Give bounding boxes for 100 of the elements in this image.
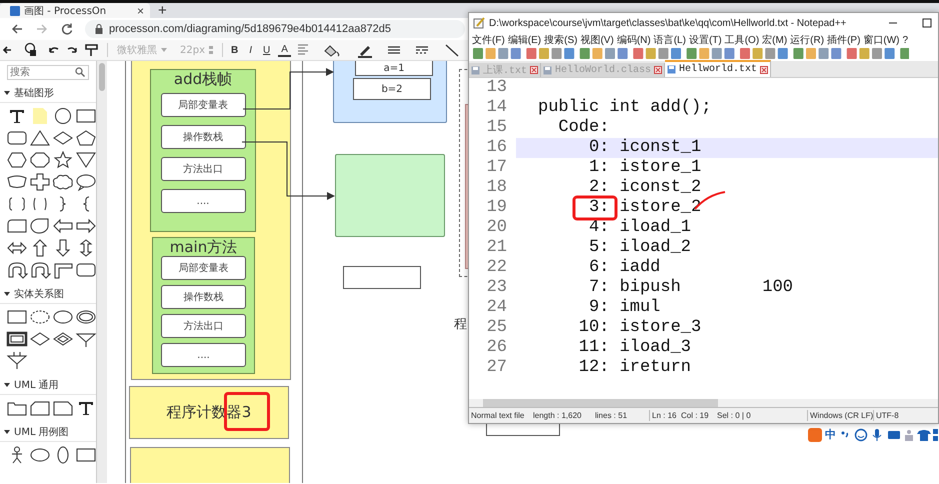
caret-icon <box>4 430 10 434</box>
ellipse-icon[interactable] <box>29 446 51 464</box>
search-icon[interactable] <box>75 67 85 77</box>
ime-logo-icon[interactable] <box>808 428 822 442</box>
circle-shape-icon[interactable] <box>52 107 74 125</box>
line-number: 14 <box>486 98 508 118</box>
browser-tab[interactable]: 画图 - ProcessOn × <box>0 3 150 18</box>
bytecode-offset: 1: <box>588 158 610 178</box>
corner-shape-icon[interactable] <box>52 261 74 279</box>
speech-bubble-icon[interactable] <box>75 173 97 191</box>
reload-icon[interactable] <box>60 22 74 36</box>
line-number: 20 <box>486 218 508 238</box>
triangle-icon[interactable] <box>29 129 51 147</box>
menu-item[interactable]: 工具(O) <box>724 33 760 47</box>
diamond-icon[interactable] <box>29 330 51 348</box>
menu-item[interactable]: 运行(R) <box>789 33 826 47</box>
variable-box: a=1 <box>355 61 433 76</box>
left-arrow-icon[interactable] <box>52 217 74 235</box>
label-text: 程 <box>454 317 467 332</box>
rounded-rectangle-icon[interactable] <box>6 129 28 147</box>
hexagon-icon[interactable] <box>6 151 28 169</box>
search-field[interactable]: 搜索 <box>7 65 89 80</box>
ime-tools-drawing[interactable] <box>839 428 939 442</box>
right-arrow-icon[interactable] <box>75 217 97 235</box>
inverted-triangle-icon[interactable] <box>75 151 97 169</box>
bytecode-offset: 4: <box>588 218 610 238</box>
page-icon[interactable] <box>52 399 74 417</box>
site-logo-icon <box>10 6 20 16</box>
code-line: public int add(); <box>538 98 712 118</box>
cloud-shape-icon[interactable] <box>52 173 74 191</box>
double-arrow-icon[interactable] <box>6 239 28 257</box>
scrollbar[interactable] <box>97 61 107 483</box>
line-number: 16 <box>486 138 508 158</box>
dashed-ellipse-icon[interactable] <box>29 308 51 326</box>
input-mode-indicator[interactable]: 中 <box>825 427 836 442</box>
menu-item[interactable]: 设置(T) <box>688 33 723 47</box>
slot-box: 方法出口 <box>160 157 246 181</box>
menu-item[interactable]: 视图(V) <box>579 33 615 47</box>
maximize-icon[interactable] <box>922 18 932 28</box>
double-ellipse-icon[interactable] <box>75 308 97 326</box>
back-icon[interactable] <box>10 22 24 36</box>
caret-icon <box>4 91 10 95</box>
section-header[interactable]: 实体关系图 <box>0 285 96 304</box>
bytecode-offset: 2: <box>588 178 610 198</box>
card-shape-icon[interactable] <box>6 217 28 235</box>
format-button[interactable]: A <box>278 44 291 56</box>
funnel-icon[interactable] <box>6 352 28 370</box>
banner-shape-icon[interactable] <box>6 173 28 191</box>
menu-item[interactable]: 窗口(W) <box>862 33 901 47</box>
tab-title: 画图 - ProcessOn <box>24 4 108 18</box>
slot-box: 方法出口 <box>161 314 246 338</box>
menu-item[interactable]: 宏(M) <box>761 33 788 47</box>
menu-item[interactable]: 编辑(E) <box>506 33 542 47</box>
code-line: imul <box>620 298 660 318</box>
u-turn-arrow-icon[interactable] <box>29 261 51 279</box>
menu-item[interactable]: 搜索(S) <box>543 33 578 47</box>
code-line: iadd <box>620 258 660 278</box>
section-header[interactable]: 基础图形 <box>0 84 96 103</box>
octagon-icon[interactable] <box>29 151 51 169</box>
status-text: length : 1,620 <box>532 410 582 421</box>
scrollbar[interactable] <box>469 399 938 407</box>
slot-box: 局部变量表 <box>160 93 246 117</box>
close-tab-button[interactable]: × <box>136 4 144 16</box>
menu-item[interactable]: ? <box>902 34 910 46</box>
diamond-icon[interactable] <box>52 129 74 147</box>
code-line: ireturn <box>620 358 691 378</box>
format-button[interactable]: U <box>260 44 274 56</box>
rectangle-shape-icon[interactable] <box>75 446 97 464</box>
lock-icon <box>95 24 103 34</box>
menu-item[interactable]: 编码(N) <box>616 33 652 47</box>
menu-item[interactable]: 语言(L) <box>652 33 687 47</box>
new-tab-button[interactable]: + <box>150 3 175 18</box>
section-header[interactable]: UML 用例图 <box>0 423 96 442</box>
rectangle-shape-icon[interactable] <box>75 107 97 125</box>
file-tab[interactable]: Hellworld.txt <box>665 60 772 77</box>
star-icon[interactable] <box>52 151 74 169</box>
u-turn-arrow-icon[interactable] <box>6 261 28 279</box>
close-icon[interactable] <box>760 66 768 74</box>
line-number: 25 <box>486 318 508 338</box>
close-icon[interactable] <box>654 66 662 74</box>
drop-shape-icon[interactable] <box>29 217 51 235</box>
menu-item[interactable]: 文件(F) <box>471 33 506 47</box>
line-number: 24 <box>486 298 508 318</box>
pentagon-icon[interactable] <box>75 129 97 147</box>
address-field[interactable]: processon.com/diagraming/5d189679e4b014412aa872d5 <box>85 20 465 38</box>
double-rectangle-icon[interactable] <box>6 330 28 348</box>
rectangle-shape-icon[interactable] <box>6 308 28 326</box>
format-button[interactable]: I <box>246 44 256 56</box>
line-number: 26 <box>486 338 508 358</box>
cross-shape-icon[interactable] <box>29 173 51 191</box>
status-text: Normal text file <box>470 410 526 421</box>
rounded-rectangle-icon[interactable] <box>75 261 97 279</box>
format-button[interactable]: B <box>228 44 242 56</box>
ellipse-icon[interactable] <box>52 308 74 326</box>
card-shape-icon[interactable] <box>29 399 51 417</box>
frame-title: main方法 <box>170 238 238 256</box>
section-header[interactable]: UML 通用 <box>0 376 96 395</box>
menu-item[interactable]: 插件(P) <box>826 33 862 47</box>
double-diamond-icon[interactable] <box>52 330 74 348</box>
close-icon[interactable] <box>530 66 538 74</box>
